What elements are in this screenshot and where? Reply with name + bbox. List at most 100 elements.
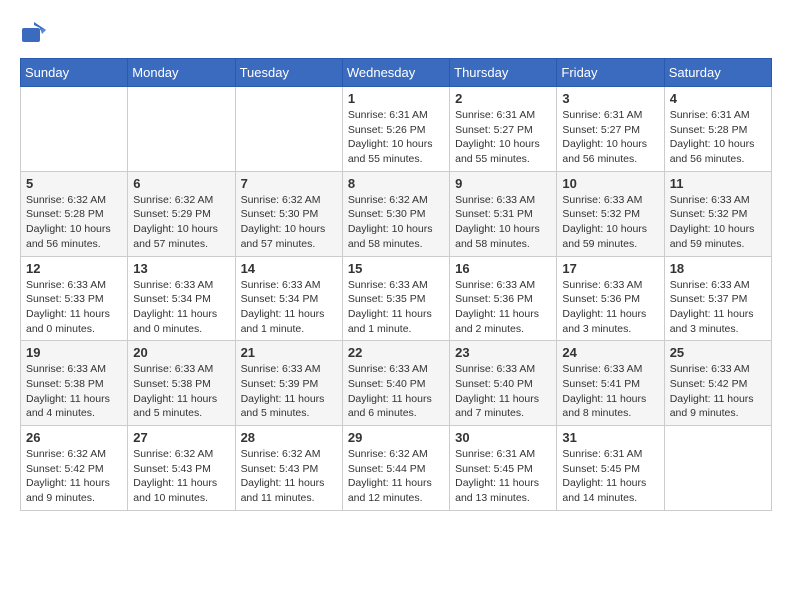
day-number: 18 — [670, 261, 766, 276]
header-tuesday: Tuesday — [235, 59, 342, 87]
day-info: Sunrise: 6:31 AM Sunset: 5:27 PM Dayligh… — [562, 108, 658, 167]
header-monday: Monday — [128, 59, 235, 87]
calendar-cell: 9 Sunrise: 6:33 AM Sunset: 5:31 PM Daylig… — [450, 171, 557, 256]
day-info: Sunrise: 6:33 AM Sunset: 5:31 PM Dayligh… — [455, 193, 551, 252]
calendar-cell: 3 Sunrise: 6:31 AM Sunset: 5:27 PM Daylig… — [557, 87, 664, 172]
calendar-cell: 15Sunrise: 6:33 AM Sunset: 5:35 PM Dayli… — [342, 256, 449, 341]
header-wednesday: Wednesday — [342, 59, 449, 87]
calendar-cell: 1 Sunrise: 6:31 AM Sunset: 5:26 PM Daylig… — [342, 87, 449, 172]
day-info: Sunrise: 6:33 AM Sunset: 5:40 PM Dayligh… — [455, 362, 551, 421]
day-info: Sunrise: 6:33 AM Sunset: 5:34 PM Dayligh… — [241, 278, 337, 337]
header-saturday: Saturday — [664, 59, 771, 87]
day-number: 10 — [562, 176, 658, 191]
day-info: Sunrise: 6:33 AM Sunset: 5:36 PM Dayligh… — [562, 278, 658, 337]
day-number: 22 — [348, 345, 444, 360]
day-info: Sunrise: 6:31 AM Sunset: 5:26 PM Dayligh… — [348, 108, 444, 167]
calendar-cell: 14 Sunrise: 6:33 AM Sunset: 5:34 PM Dayli… — [235, 256, 342, 341]
day-info: Sunrise: 6:33 AM Sunset: 5:40 PM Dayligh… — [348, 362, 444, 421]
calendar-week-5: 26Sunrise: 6:32 AM Sunset: 5:42 PM Dayli… — [21, 426, 772, 511]
calendar-cell — [128, 87, 235, 172]
day-number: 6 — [133, 176, 229, 191]
day-number: 11 — [670, 176, 766, 191]
day-number: 14 — [241, 261, 337, 276]
calendar-cell: 16 Sunrise: 6:33 AM Sunset: 5:36 PM Dayli… — [450, 256, 557, 341]
day-info: Sunrise: 6:33 AM Sunset: 5:38 PM Dayligh… — [133, 362, 229, 421]
day-number: 15 — [348, 261, 444, 276]
day-number: 3 — [562, 91, 658, 106]
day-number: 12 — [26, 261, 122, 276]
calendar-cell: 4 Sunrise: 6:31 AM Sunset: 5:28 PM Daylig… — [664, 87, 771, 172]
day-info: Sunrise: 6:32 AM Sunset: 5:43 PM Dayligh… — [241, 447, 337, 506]
calendar-week-1: 1 Sunrise: 6:31 AM Sunset: 5:26 PM Daylig… — [21, 87, 772, 172]
calendar-cell: 30 Sunrise: 6:31 AM Sunset: 5:45 PM Dayli… — [450, 426, 557, 511]
day-number: 30 — [455, 430, 551, 445]
day-number: 20 — [133, 345, 229, 360]
calendar-header: SundayMondayTuesdayWednesdayThursdayFrid… — [21, 59, 772, 87]
day-info: Sunrise: 6:32 AM Sunset: 5:30 PM Dayligh… — [241, 193, 337, 252]
day-info: Sunrise: 6:32 AM Sunset: 5:44 PM Dayligh… — [348, 447, 444, 506]
calendar-cell: 10 Sunrise: 6:33 AM Sunset: 5:32 PM Dayli… — [557, 171, 664, 256]
calendar-cell: 26Sunrise: 6:32 AM Sunset: 5:42 PM Dayli… — [21, 426, 128, 511]
day-info: Sunrise: 6:33 AM Sunset: 5:39 PM Dayligh… — [241, 362, 337, 421]
calendar-week-4: 19 Sunrise: 6:33 AM Sunset: 5:38 PM Dayli… — [21, 341, 772, 426]
day-number: 5 — [26, 176, 122, 191]
calendar-cell — [235, 87, 342, 172]
header-friday: Friday — [557, 59, 664, 87]
day-number: 9 — [455, 176, 551, 191]
day-number: 23 — [455, 345, 551, 360]
day-number: 25 — [670, 345, 766, 360]
day-info: Sunrise: 6:33 AM Sunset: 5:33 PM Dayligh… — [26, 278, 122, 337]
calendar-cell: 25Sunrise: 6:33 AM Sunset: 5:42 PM Dayli… — [664, 341, 771, 426]
calendar-cell: 19 Sunrise: 6:33 AM Sunset: 5:38 PM Dayli… — [21, 341, 128, 426]
day-number: 17 — [562, 261, 658, 276]
day-number: 24 — [562, 345, 658, 360]
day-info: Sunrise: 6:31 AM Sunset: 5:28 PM Dayligh… — [670, 108, 766, 167]
calendar-cell — [21, 87, 128, 172]
logo — [20, 20, 52, 48]
calendar-table: SundayMondayTuesdayWednesdayThursdayFrid… — [20, 58, 772, 511]
day-info: Sunrise: 6:33 AM Sunset: 5:32 PM Dayligh… — [562, 193, 658, 252]
calendar-cell: 29 Sunrise: 6:32 AM Sunset: 5:44 PM Dayli… — [342, 426, 449, 511]
day-number: 16 — [455, 261, 551, 276]
calendar-cell: 23 Sunrise: 6:33 AM Sunset: 5:40 PM Dayli… — [450, 341, 557, 426]
calendar-cell: 7Sunrise: 6:32 AM Sunset: 5:30 PM Daylig… — [235, 171, 342, 256]
day-number: 28 — [241, 430, 337, 445]
calendar-cell: 27Sunrise: 6:32 AM Sunset: 5:43 PM Dayli… — [128, 426, 235, 511]
header-sunday: Sunday — [21, 59, 128, 87]
calendar-cell: 2Sunrise: 6:31 AM Sunset: 5:27 PM Daylig… — [450, 87, 557, 172]
day-info: Sunrise: 6:31 AM Sunset: 5:45 PM Dayligh… — [562, 447, 658, 506]
calendar-cell: 22 Sunrise: 6:33 AM Sunset: 5:40 PM Dayli… — [342, 341, 449, 426]
day-info: Sunrise: 6:32 AM Sunset: 5:29 PM Dayligh… — [133, 193, 229, 252]
calendar-cell: 28 Sunrise: 6:32 AM Sunset: 5:43 PM Dayli… — [235, 426, 342, 511]
day-number: 4 — [670, 91, 766, 106]
header-row: SundayMondayTuesdayWednesdayThursdayFrid… — [21, 59, 772, 87]
day-info: Sunrise: 6:31 AM Sunset: 5:45 PM Dayligh… — [455, 447, 551, 506]
day-info: Sunrise: 6:33 AM Sunset: 5:37 PM Dayligh… — [670, 278, 766, 337]
day-info: Sunrise: 6:33 AM Sunset: 5:36 PM Dayligh… — [455, 278, 551, 337]
logo-icon — [20, 20, 48, 48]
calendar-week-3: 12 Sunrise: 6:33 AM Sunset: 5:33 PM Dayli… — [21, 256, 772, 341]
day-info: Sunrise: 6:33 AM Sunset: 5:38 PM Dayligh… — [26, 362, 122, 421]
calendar-cell: 17 Sunrise: 6:33 AM Sunset: 5:36 PM Dayli… — [557, 256, 664, 341]
calendar-cell: 12 Sunrise: 6:33 AM Sunset: 5:33 PM Dayli… — [21, 256, 128, 341]
calendar-cell: 5 Sunrise: 6:32 AM Sunset: 5:28 PM Daylig… — [21, 171, 128, 256]
page-header — [20, 20, 772, 48]
day-info: Sunrise: 6:33 AM Sunset: 5:32 PM Dayligh… — [670, 193, 766, 252]
calendar-body: 1 Sunrise: 6:31 AM Sunset: 5:26 PM Daylig… — [21, 87, 772, 511]
calendar-cell: 24 Sunrise: 6:33 AM Sunset: 5:41 PM Dayli… — [557, 341, 664, 426]
day-info: Sunrise: 6:33 AM Sunset: 5:34 PM Dayligh… — [133, 278, 229, 337]
day-info: Sunrise: 6:32 AM Sunset: 5:42 PM Dayligh… — [26, 447, 122, 506]
calendar-cell: 8Sunrise: 6:32 AM Sunset: 5:30 PM Daylig… — [342, 171, 449, 256]
day-info: Sunrise: 6:33 AM Sunset: 5:41 PM Dayligh… — [562, 362, 658, 421]
day-number: 19 — [26, 345, 122, 360]
calendar-cell: 18 Sunrise: 6:33 AM Sunset: 5:37 PM Dayli… — [664, 256, 771, 341]
day-number: 27 — [133, 430, 229, 445]
day-number: 31 — [562, 430, 658, 445]
day-info: Sunrise: 6:32 AM Sunset: 5:30 PM Dayligh… — [348, 193, 444, 252]
header-thursday: Thursday — [450, 59, 557, 87]
day-number: 29 — [348, 430, 444, 445]
day-info: Sunrise: 6:32 AM Sunset: 5:28 PM Dayligh… — [26, 193, 122, 252]
calendar-cell — [664, 426, 771, 511]
day-number: 1 — [348, 91, 444, 106]
day-number: 13 — [133, 261, 229, 276]
